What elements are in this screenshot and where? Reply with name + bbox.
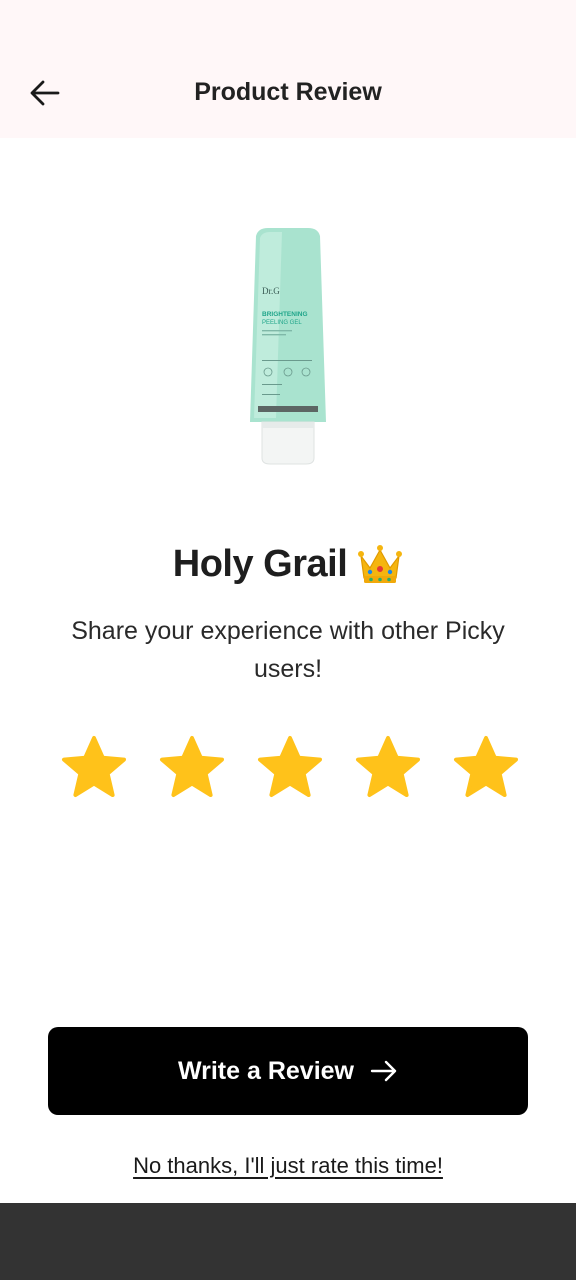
rating-prompt: Share your experience with other Picky u… <box>71 617 505 683</box>
star-4-icon[interactable] <box>354 734 422 800</box>
skip-review-link[interactable]: No thanks, I'll just rate this time! <box>133 1153 443 1178</box>
system-navigation-bar <box>0 1203 576 1280</box>
page-title: Product Review <box>194 78 382 106</box>
crown-icon <box>358 545 403 583</box>
rating-heading: Holy Grail <box>0 542 576 586</box>
product-image: Dr.G BRIGHTENING PEELING GEL <box>250 228 326 465</box>
star-2-icon[interactable] <box>158 734 226 800</box>
write-review-label: Write a Review <box>177 1056 354 1085</box>
star-3-icon[interactable] <box>256 734 324 800</box>
skip-review-link-row: No thanks, I'll just rate this time! <box>0 1153 576 1179</box>
product-name-line1: BRIGHTENING <box>262 311 308 318</box>
star-rating <box>60 734 520 800</box>
app-header: Product Review <box>0 0 576 138</box>
star-1-icon[interactable] <box>60 734 128 800</box>
star-5-icon[interactable] <box>452 734 520 800</box>
product-brand: Dr.G <box>262 286 280 296</box>
product-name-line2: PEELING GEL <box>262 320 302 326</box>
write-review-button[interactable]: Write a Review <box>48 1027 528 1115</box>
rating-label: Holy Grail <box>172 542 348 585</box>
arrow-right-icon <box>370 1060 397 1082</box>
review-page: Product Review Dr.G BRIGHTENING PEELING … <box>0 0 576 1280</box>
